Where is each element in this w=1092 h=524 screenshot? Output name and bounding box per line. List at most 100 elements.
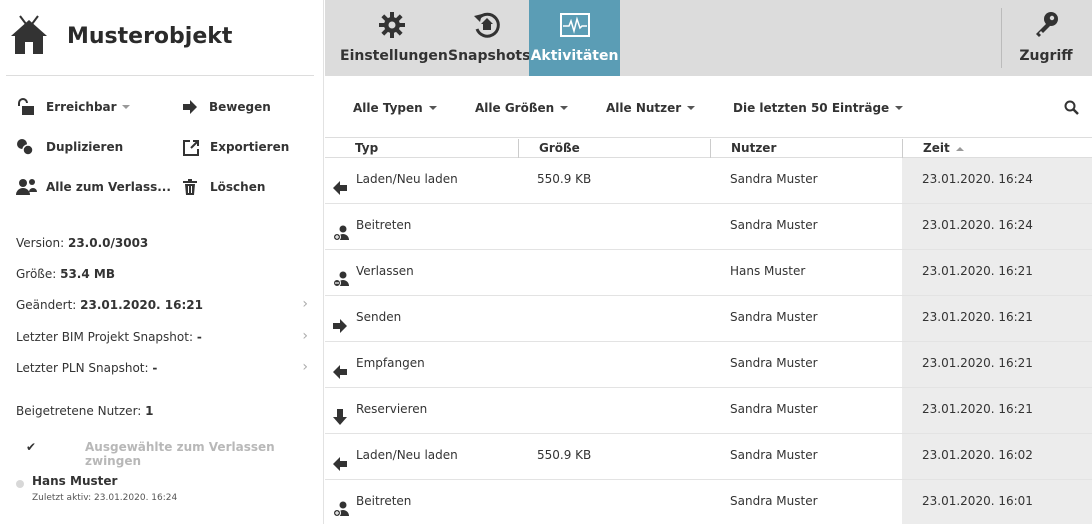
cell-typ-label: Empfangen	[356, 356, 425, 370]
sidebar: Musterobjekt Erreichbar Bewegen Duplizie…	[0, 0, 324, 524]
sort-ascending-icon	[955, 146, 964, 151]
table-row[interactable]: Laden/Neu laden 550.9 KB Sandra Muster 23.0…	[325, 434, 1092, 480]
tab-aktivitaeten[interactable]: Aktivitäten	[529, 0, 620, 76]
chevron-down-icon	[560, 106, 569, 110]
column-typ[interactable]: Typ	[325, 139, 518, 158]
trash-icon	[183, 178, 202, 196]
divider	[6, 75, 314, 76]
column-size[interactable]: Größe	[518, 139, 710, 158]
user-join-icon	[333, 492, 349, 517]
bim-snapshot-info[interactable]: Letzter BIM Projekt Snapshot: - ›	[16, 328, 308, 344]
cell-typ-label: Laden/Neu laden	[356, 448, 458, 462]
cell-typ-label: Reservieren	[356, 402, 428, 416]
cell-zeit: 23.01.2020. 16:02	[902, 434, 1092, 479]
filter-sizes-label: Alle Größen	[475, 101, 555, 115]
cell-zeit: 23.01.2020. 16:24	[902, 158, 1092, 203]
reachable-dropdown[interactable]: Erreichbar	[16, 98, 130, 116]
filter-sizes-dropdown[interactable]: Alle Größen	[475, 101, 569, 115]
joined-users-info: Beigetretene Nutzer: 1	[16, 404, 308, 418]
topbar-separator	[1001, 8, 1002, 68]
cell-typ: Beitreten	[325, 204, 518, 249]
force-all-leave-label: Alle zum Verlass...	[46, 180, 171, 194]
column-zeit-label: Zeit	[923, 141, 950, 155]
tab-einstellungen[interactable]: Einstellungen	[340, 0, 448, 76]
user-last-active: Zuletzt aktiv: 23.01.2020. 16:24	[32, 493, 178, 503]
duplicate-icon	[16, 138, 38, 156]
activity-icon	[559, 13, 590, 37]
export-label: Exportieren	[210, 140, 290, 154]
cell-typ-label: Beitreten	[356, 218, 412, 232]
table-row[interactable]: Reservieren Sandra Muster 23.01.2020. 16:2…	[325, 388, 1092, 434]
tab-snapshots-label: Snapshots	[448, 48, 531, 64]
cell-size: 550.9 KB	[537, 448, 592, 462]
tab-aktivitaeten-label: Aktivitäten	[530, 48, 619, 64]
cell-typ: Senden	[325, 296, 518, 341]
table-row[interactable]: Senden Sandra Muster 23.01.2020. 16:21	[325, 296, 1092, 342]
pln-value: -	[152, 361, 158, 375]
move-button[interactable]: Bewegen	[183, 98, 271, 116]
gear-icon	[379, 12, 405, 38]
cell-user: Sandra Muster	[730, 494, 818, 508]
cell-typ: Empfangen	[325, 342, 518, 387]
filter-types-dropdown[interactable]: Alle Typen	[353, 101, 437, 115]
column-user[interactable]: Nutzer	[710, 139, 902, 158]
cell-typ-label: Laden/Neu laden	[356, 172, 458, 186]
changed-value: 23.01.2020. 16:21	[80, 298, 203, 312]
table-row[interactable]: Verlassen Hans Muster 23.01.2020. 16:21	[325, 250, 1092, 296]
chevron-down-icon	[121, 105, 130, 109]
joined-label: Beigetretene Nutzer:	[16, 404, 146, 418]
arrow-left-icon	[333, 354, 349, 379]
filter-entries-dropdown[interactable]: Die letzten 50 Einträge	[733, 101, 904, 115]
cell-typ-label: Verlassen	[356, 264, 414, 278]
cell-typ: Reservieren	[325, 388, 518, 433]
filter-types-label: Alle Typen	[353, 101, 423, 115]
column-zeit[interactable]: Zeit	[902, 139, 1092, 158]
version-value: 23.0.0/3003	[67, 236, 149, 250]
cell-user: Sandra Muster	[730, 218, 818, 232]
table-header: Typ Größe Nutzer Zeit	[325, 139, 1092, 158]
table-row[interactable]: Beitreten Sandra Muster 23.01.2020. 16:24	[325, 204, 1092, 250]
tab-snapshots[interactable]: Snapshots	[448, 0, 531, 76]
cell-typ: Verlassen	[325, 250, 518, 295]
bim-label: Letzter BIM Projekt Snapshot:	[16, 330, 197, 344]
duplicate-button[interactable]: Duplizieren	[16, 138, 123, 156]
cell-user: Hans Muster	[730, 264, 806, 278]
cell-typ: Beitreten	[325, 480, 518, 524]
user-select-checkbox[interactable]	[16, 480, 24, 488]
unlock-icon	[16, 98, 38, 116]
table-row[interactable]: Laden/Neu laden 550.9 KB Sandra Muster 23.0…	[325, 158, 1092, 204]
arrow-right-icon	[333, 308, 349, 333]
filter-users-dropdown[interactable]: Alle Nutzer	[606, 101, 696, 115]
cell-user: Sandra Muster	[730, 402, 818, 416]
object-header: Musterobjekt	[0, 0, 324, 76]
access-button[interactable]: Zugriff	[1009, 0, 1083, 76]
search-icon[interactable]	[1064, 100, 1080, 116]
table-row[interactable]: Empfangen Sandra Muster 23.01.2020. 16:21	[325, 342, 1092, 388]
duplicate-label: Duplizieren	[46, 140, 124, 154]
table-row[interactable]: Beitreten Sandra Muster 23.01.2020. 16:01	[325, 480, 1092, 524]
force-all-leave-button[interactable]: Alle zum Verlass...	[16, 178, 171, 196]
pln-snapshot-info[interactable]: Letzter PLN Snapshot: - ›	[16, 359, 308, 375]
arrow-left-icon	[333, 170, 349, 195]
check-icon: ✔	[26, 440, 37, 454]
cell-typ-label: Beitreten	[356, 494, 412, 508]
version-info: Version: 23.0.0/3003	[16, 236, 308, 250]
users-leave-icon	[16, 178, 38, 196]
cell-user: Sandra Muster	[730, 356, 818, 370]
cell-zeit: 23.01.2020. 16:24	[902, 204, 1092, 249]
version-label: Version:	[16, 236, 68, 250]
export-icon	[183, 138, 202, 156]
chevron-right-icon: ›	[302, 359, 308, 375]
tab-einstellungen-label: Einstellungen	[340, 48, 448, 64]
delete-button[interactable]: Löschen	[183, 178, 265, 196]
chevron-down-icon	[895, 106, 904, 110]
user-name: Hans Muster	[32, 474, 118, 488]
cell-user: Sandra Muster	[730, 448, 818, 462]
filter-bar: Alle Typen Alle Größen Alle Nutzer Die l…	[325, 76, 1092, 138]
size-value: 53.4 MB	[60, 267, 115, 281]
changed-info[interactable]: Geändert: 23.01.2020. 16:21 ›	[16, 296, 308, 312]
snapshot-icon	[474, 12, 500, 38]
chevron-down-icon	[428, 106, 437, 110]
access-label: Zugriff	[1019, 48, 1073, 64]
export-button[interactable]: Exportieren	[183, 138, 289, 156]
